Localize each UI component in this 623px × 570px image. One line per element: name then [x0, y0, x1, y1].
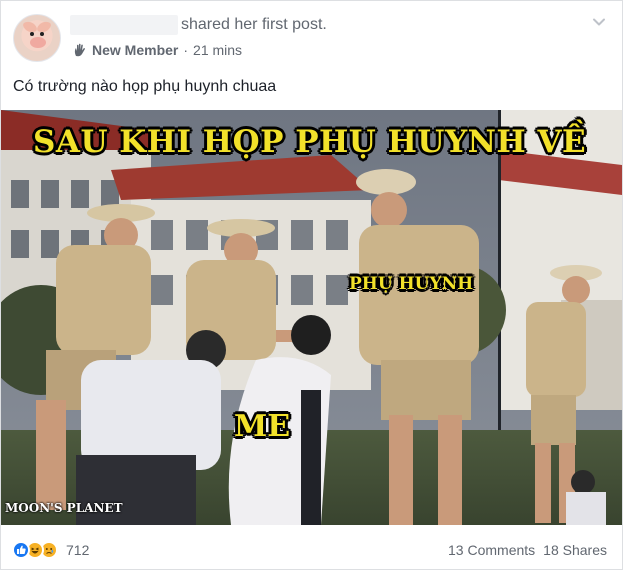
pig-ear-right	[36, 19, 52, 35]
separator-dot: ·	[183, 42, 189, 58]
post-text: Có trường nào họp phụ huynh chuaa	[13, 78, 277, 95]
meme-label-parent: PHỤ HUYNH	[349, 274, 474, 294]
pig-snout	[30, 37, 46, 48]
post-timestamp[interactable]: 21 mins	[193, 41, 242, 59]
feed-post: shared her first post. New Member · 21 m…	[0, 0, 623, 570]
image-watermark: MOON'S PLANET	[5, 501, 123, 515]
reaction-summary[interactable]: 712	[12, 541, 89, 559]
wave-hand-icon	[74, 43, 86, 57]
shares-link[interactable]: 18 Shares	[543, 541, 607, 559]
comments-link[interactable]: 13 Comments	[448, 541, 535, 559]
pig-eye-left	[30, 32, 34, 36]
post-meta: New Member · 21 mins	[73, 41, 242, 59]
post-header: shared her first post. New Member · 21 m…	[1, 1, 622, 71]
meme-caption-top: SAU KHI HỌP PHỤ HUYNH VỀ	[33, 124, 587, 160]
author-name-redacted[interactable]	[70, 15, 178, 35]
reaction-count: 712	[66, 542, 90, 558]
author-avatar[interactable]	[13, 14, 61, 62]
post-image[interactable]	[1, 110, 622, 525]
post-footer: 712 13 Comments 18 Shares	[1, 531, 622, 569]
meme-photo	[1, 110, 622, 525]
like-reaction-icon	[12, 541, 30, 559]
meme-label-me: ME	[234, 409, 291, 444]
chevron-down-icon[interactable]	[592, 15, 606, 29]
post-action-text: shared her first post.	[181, 16, 327, 33]
post-stats: 13 Comments 18 Shares	[448, 541, 607, 559]
pig-eye-right	[40, 32, 44, 36]
new-member-badge[interactable]: New Member	[92, 41, 178, 59]
